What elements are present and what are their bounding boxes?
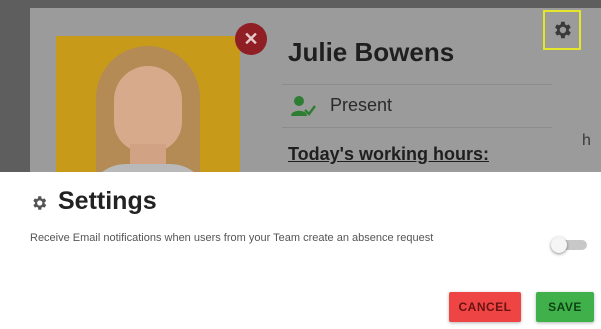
- notification-toggle[interactable]: [551, 237, 589, 253]
- profile-photo: [56, 36, 240, 176]
- notification-description: Receive Email notifications when users f…: [30, 232, 434, 244]
- settings-gear-button[interactable]: [543, 10, 581, 50]
- working-hours-fragment: h: [582, 132, 591, 149]
- close-icon[interactable]: ✕: [235, 23, 267, 55]
- profile-name: Julie Bowens: [288, 37, 455, 67]
- save-button[interactable]: SAVE: [536, 292, 594, 322]
- status-row: Present: [282, 84, 552, 128]
- working-hours-label: Today's working hours:: [288, 144, 489, 164]
- photo-face: [114, 66, 182, 152]
- settings-gear-icon: [33, 196, 47, 210]
- cancel-button[interactable]: CANCEL: [449, 292, 521, 322]
- toggle-knob: [551, 237, 567, 253]
- user-present-icon: [291, 96, 316, 116]
- settings-title: Settings: [58, 187, 157, 215]
- gear-icon: [555, 21, 571, 39]
- status-text: Present: [330, 95, 393, 115]
